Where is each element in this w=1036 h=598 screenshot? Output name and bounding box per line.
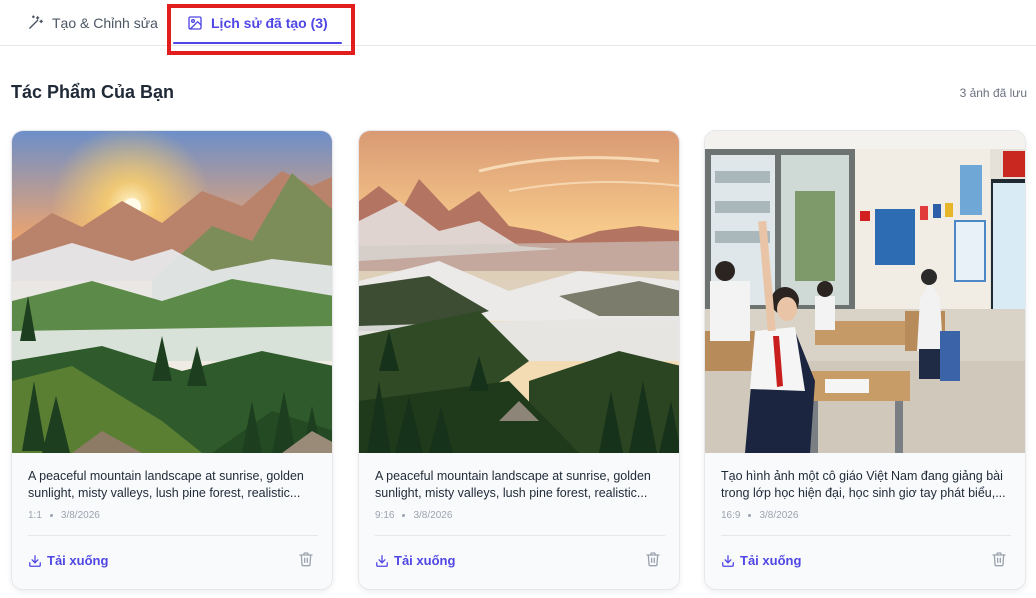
prompt-text: Tạo hình ảnh một cô giáo Việt Nam đang g… bbox=[721, 469, 1006, 500]
mountain-sunrise-image[interactable] bbox=[12, 131, 333, 453]
delete-button[interactable] bbox=[298, 551, 314, 572]
prompt-text: A peaceful mountain landscape at sunrise… bbox=[375, 469, 651, 500]
delete-button[interactable] bbox=[991, 551, 1007, 572]
card-meta: 1:1 3/8/2026 bbox=[28, 510, 100, 521]
separator-dot bbox=[402, 514, 406, 517]
created-date: 3/8/2026 bbox=[60, 510, 100, 521]
download-button[interactable]: Tải xuống bbox=[721, 553, 801, 568]
separator-dot bbox=[49, 514, 53, 517]
separator-dot bbox=[748, 514, 752, 517]
created-date: 3/8/2026 bbox=[413, 510, 453, 521]
divider bbox=[721, 535, 1011, 536]
download-button[interactable]: Tải xuống bbox=[28, 553, 108, 568]
download-label: Tải xuống bbox=[394, 553, 456, 568]
trash-icon bbox=[646, 552, 660, 567]
tab-history[interactable]: Lịch sử đã tạo (3) bbox=[173, 0, 342, 45]
tab-create-label: Tạo & Chỉnh sửa bbox=[52, 14, 158, 31]
card-body: A peaceful mountain landscape at sunrise… bbox=[359, 453, 679, 589]
download-icon bbox=[29, 554, 41, 567]
image-icon bbox=[188, 15, 202, 30]
tab-bar: Tạo & Chỉnh sửa Lịch sử đã tạo (3) bbox=[0, 0, 1036, 46]
aspect-ratio: 16:9 bbox=[721, 510, 741, 521]
saved-count: 3 ảnh đã lưu bbox=[959, 86, 1027, 100]
divider bbox=[28, 535, 318, 536]
image-card[interactable]: A peaceful mountain landscape at sunrise… bbox=[358, 130, 680, 590]
download-label: Tải xuống bbox=[47, 553, 109, 568]
page-title: Tác Phẩm Của Bạn bbox=[11, 82, 175, 102]
download-icon bbox=[376, 554, 388, 567]
image-card[interactable]: A peaceful mountain landscape at sunrise… bbox=[11, 130, 333, 590]
trash-icon bbox=[992, 552, 1006, 567]
classroom-image[interactable] bbox=[705, 131, 1026, 453]
image-card[interactable]: Tạo hình ảnh một cô giáo Việt Nam đang g… bbox=[704, 130, 1026, 590]
download-label: Tải xuống bbox=[740, 553, 802, 568]
aspect-ratio: 1:1 bbox=[28, 510, 42, 521]
card-meta: 9:16 3/8/2026 bbox=[375, 510, 452, 521]
divider bbox=[375, 535, 665, 536]
active-tab-underline bbox=[173, 42, 342, 44]
prompt-text: A peaceful mountain landscape at sunrise… bbox=[28, 469, 304, 500]
card-body: A peaceful mountain landscape at sunrise… bbox=[12, 453, 332, 589]
download-button[interactable]: Tải xuống bbox=[375, 553, 455, 568]
download-icon bbox=[722, 554, 734, 567]
trash-icon bbox=[299, 552, 313, 567]
card-meta: 16:9 3/8/2026 bbox=[721, 510, 798, 521]
aspect-ratio: 9:16 bbox=[375, 510, 395, 521]
delete-button[interactable] bbox=[645, 551, 661, 572]
magic-wand-icon bbox=[29, 15, 43, 29]
tab-history-label: Lịch sử đã tạo (3) bbox=[211, 14, 328, 31]
created-date: 3/8/2026 bbox=[759, 510, 799, 521]
mountain-misty-valley-image[interactable] bbox=[359, 131, 680, 453]
card-body: Tạo hình ảnh một cô giáo Việt Nam đang g… bbox=[705, 453, 1025, 589]
tab-create-edit[interactable]: Tạo & Chỉnh sửa bbox=[27, 0, 158, 45]
